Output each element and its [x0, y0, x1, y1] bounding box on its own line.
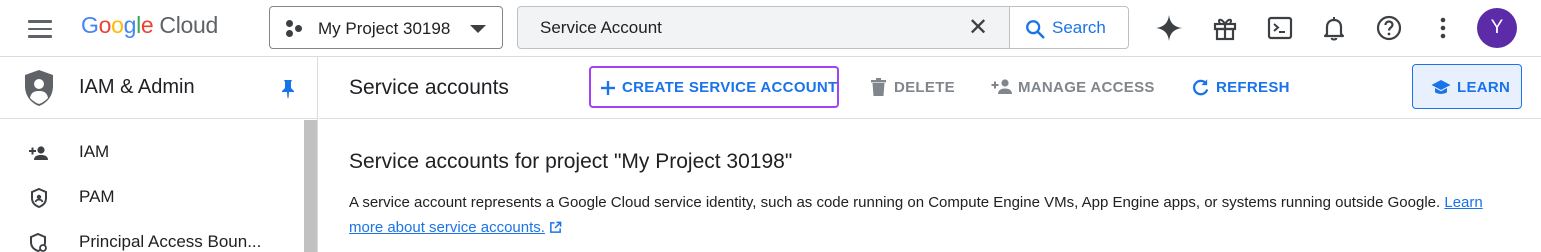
- main-content: Service accounts for project "My Project…: [319, 120, 1541, 252]
- school-icon: [1431, 80, 1451, 94]
- gemini-sparkle-icon[interactable]: [1155, 14, 1183, 42]
- project-name: My Project 30198: [318, 19, 451, 38]
- sidebar-title: IAM & Admin: [79, 76, 195, 98]
- refresh-icon: [1192, 79, 1209, 96]
- manage-access-button-label: MANAGE ACCESS: [1018, 79, 1155, 96]
- sidebar-item-iam[interactable]: IAM: [0, 130, 302, 174]
- person-add-icon: [29, 146, 48, 160]
- trash-icon: [871, 78, 886, 96]
- section-title: Service accounts for project "My Project…: [349, 150, 793, 173]
- sidebar-header: IAM & Admin: [0, 57, 318, 119]
- search-button-label: Search: [1052, 18, 1106, 37]
- project-picker-button[interactable]: My Project 30198: [269, 6, 503, 49]
- cloud-shell-icon[interactable]: [1266, 14, 1294, 42]
- refresh-button[interactable]: REFRESH: [1191, 67, 1291, 107]
- top-bar: GoogleCloud My Project 30198 ✕ Search: [0, 0, 1541, 57]
- project-dots-icon: [286, 20, 304, 38]
- description: A service account represents a Google Cl…: [349, 190, 1499, 240]
- person-add-icon: [991, 79, 1012, 94]
- avatar[interactable]: Y: [1477, 8, 1517, 48]
- page-title: Service accounts: [349, 76, 509, 99]
- manage-access-button[interactable]: MANAGE ACCESS: [991, 67, 1161, 107]
- logo-letter: e: [140, 12, 154, 38]
- learn-button-label: LEARN: [1457, 79, 1511, 96]
- search-input[interactable]: [518, 7, 1008, 48]
- search-button[interactable]: Search: [1009, 6, 1129, 49]
- more-vert-icon[interactable]: [1429, 14, 1457, 42]
- sidebar-item-principal-access-boundary[interactable]: Principal Access Boun...: [0, 220, 302, 252]
- learn-button[interactable]: LEARN: [1412, 64, 1522, 109]
- action-bar: Service accounts CREATE SERVICE ACCOUNT …: [319, 57, 1541, 119]
- help-icon[interactable]: [1375, 14, 1403, 42]
- sidebar-item-label: PAM: [79, 187, 115, 206]
- logo-letter: o: [111, 12, 124, 38]
- gift-icon[interactable]: [1211, 14, 1239, 42]
- dropdown-caret-icon: [470, 25, 486, 33]
- logo-letter: o: [98, 12, 112, 38]
- notifications-icon[interactable]: [1320, 14, 1348, 42]
- refresh-button-label: REFRESH: [1216, 79, 1290, 96]
- shield-icon: [31, 187, 47, 209]
- pin-icon[interactable]: [279, 79, 297, 99]
- sidebar: IAM & Admin IAM PAM Principal Access Bou…: [0, 57, 318, 252]
- sidebar-item-label: Principal Access Boun...: [79, 232, 262, 251]
- logo-product-name: Cloud: [159, 12, 219, 38]
- google-cloud-logo[interactable]: Google Cloud: [81, 12, 218, 39]
- external-link-icon[interactable]: [549, 221, 562, 234]
- policy-shield-icon: [30, 232, 47, 252]
- logo-letter: g: [123, 12, 137, 38]
- iam-shield-icon: [25, 70, 53, 106]
- clear-search-icon[interactable]: ✕: [967, 16, 989, 40]
- sidebar-item-label: IAM: [79, 142, 110, 161]
- description-text: A service account represents a Google Cl…: [349, 194, 1441, 211]
- delete-button-label: DELETE: [894, 79, 955, 96]
- menu-icon[interactable]: [28, 17, 54, 39]
- logo-letter: G: [81, 12, 99, 38]
- sidebar-scrollbar[interactable]: [304, 120, 317, 252]
- delete-button[interactable]: DELETE: [870, 67, 960, 107]
- create-service-account-button[interactable]: CREATE SERVICE ACCOUNT: [589, 66, 839, 108]
- search-bar: ✕ Search: [517, 6, 1129, 49]
- create-button-label: CREATE SERVICE ACCOUNT: [622, 79, 838, 96]
- plus-icon: [601, 81, 615, 95]
- sidebar-item-pam[interactable]: PAM: [0, 175, 302, 219]
- search-icon: [1026, 20, 1045, 39]
